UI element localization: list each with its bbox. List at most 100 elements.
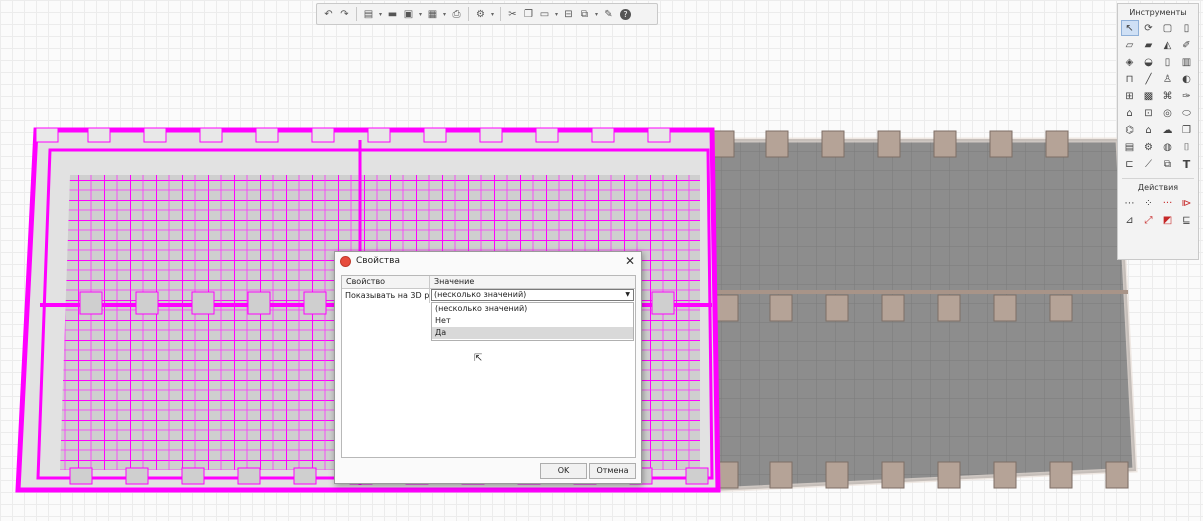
selected-parapet-block — [199, 127, 223, 143]
window-icon[interactable]: ▥ — [1178, 54, 1196, 70]
level-icon[interactable]: ⊏ — [1121, 156, 1139, 172]
slab-icon[interactable]: ▱ — [1121, 37, 1139, 53]
label-icon[interactable]: ▤ — [1121, 139, 1139, 155]
parapet-block — [765, 130, 789, 158]
property-name: Показывать на 3D разрезе — [342, 289, 430, 303]
export-icon[interactable]: ▦ — [425, 6, 440, 22]
selected-parapet-block — [293, 467, 317, 485]
selected-parapet-block — [87, 127, 111, 143]
undo-icon[interactable]: ↶ — [321, 6, 336, 22]
shape-icon[interactable]: ⬭ — [1178, 105, 1196, 121]
spread-icon[interactable]: ··· — [1159, 195, 1177, 211]
unselected-roof[interactable] — [711, 130, 1138, 493]
selected-parapet-block — [125, 467, 149, 485]
floor-icon[interactable]: ▰ — [1140, 37, 1158, 53]
parapet-block — [877, 130, 901, 158]
parapet-block — [1105, 461, 1129, 489]
settings-icon[interactable]: ⚙ — [473, 6, 488, 22]
selected-parapet-block — [237, 467, 261, 485]
tools-panel: Инструменты ↖ ⟳ ▢ ▯ ▱ ▰ ◭ ✐ ◈ ◒ ▯ ▥ ⊓ ╱ … — [1117, 3, 1199, 260]
value-select-text: (несколько значений) — [434, 290, 527, 299]
value-select[interactable]: (несколько значений) ▼ — [431, 289, 634, 301]
align-icon[interactable]: ⊟ — [561, 6, 576, 22]
brush-icon[interactable]: ✑ — [1178, 88, 1196, 104]
fixture-icon[interactable]: ♙ — [1159, 71, 1177, 87]
wrench-icon[interactable]: ✎ — [601, 6, 616, 22]
rotate-points-icon[interactable]: ⁘ — [1140, 195, 1158, 211]
chevron-down-icon[interactable]: ▾ — [553, 6, 560, 22]
parapet-block — [993, 294, 1017, 322]
parapet-block — [1049, 461, 1073, 489]
cloud-icon[interactable]: ☁ — [1159, 122, 1177, 138]
chevron-down-icon[interactable]: ▾ — [593, 6, 600, 22]
folder-icon[interactable]: ▬ — [385, 6, 400, 22]
cancel-button[interactable]: Отмена — [589, 463, 636, 479]
dialog-titlebar[interactable]: Свойства ✕ — [335, 252, 641, 270]
mirror-icon[interactable]: ⧐ — [1178, 195, 1196, 211]
copy-icon[interactable]: ❐ — [521, 6, 536, 22]
chevron-down-icon[interactable]: ▾ — [441, 6, 448, 22]
print-icon[interactable]: ⎙ — [449, 6, 464, 22]
mesh-icon[interactable]: ◎ — [1159, 105, 1177, 121]
dimension-icon[interactable]: ⌬ — [1121, 122, 1139, 138]
door2-icon[interactable]: ⌷ — [1178, 139, 1196, 155]
pointer-icon[interactable]: ↖ — [1120, 20, 1139, 36]
value-dropdown-list: (несколько значений) Нет Да — [431, 302, 634, 341]
railing-icon[interactable]: ◒ — [1140, 54, 1158, 70]
properties-table: Свойство Значение Показывать на 3D разре… — [341, 275, 636, 458]
window-icon[interactable]: ⧉ — [577, 6, 592, 22]
shell-icon[interactable]: ⌘ — [1159, 88, 1177, 104]
selected-parapet-block — [423, 127, 447, 143]
save-icon[interactable]: ▣ — [401, 6, 416, 22]
rotate-icon[interactable]: ⟳ — [1140, 20, 1158, 36]
main-toolbar: ↶ ↷ ▤ ▾ ▬ ▣ ▾ ▦ ▾ ⎙ ⚙ ▾ ✂ ❐ ▭ ▾ ⊟ ⧉ ▾ ✎ … — [316, 3, 658, 25]
redo-icon[interactable]: ↷ — [337, 6, 352, 22]
wall-icon[interactable]: ▢ — [1159, 20, 1177, 36]
stretch-icon[interactable]: ⤢ — [1140, 212, 1158, 228]
angle-icon[interactable]: ⊿ — [1121, 212, 1139, 228]
help-icon[interactable]: ? — [620, 8, 631, 20]
dots-move-icon[interactable]: ⋯ — [1121, 195, 1139, 211]
parapet-block — [769, 461, 793, 489]
door-icon[interactable]: ▯ — [1159, 54, 1177, 70]
ok-button[interactable]: OK — [540, 463, 587, 479]
stack-icon[interactable]: ⧉ — [1159, 156, 1177, 172]
dropdown-option[interactable]: (несколько значений) — [432, 303, 633, 315]
tag-icon[interactable]: ⊡ — [1140, 105, 1158, 121]
morph-icon[interactable]: ◍ — [1159, 139, 1177, 155]
zone-icon[interactable]: ⌂ — [1121, 105, 1139, 121]
chevron-down-icon[interactable]: ▾ — [489, 6, 496, 22]
parapet-block — [937, 294, 961, 322]
pencil-icon[interactable]: ✐ — [1178, 37, 1196, 53]
parapet-block — [825, 461, 849, 489]
line-icon[interactable]: ╱ — [1140, 71, 1158, 87]
house-icon[interactable]: ⌂ — [1140, 122, 1158, 138]
roof-icon[interactable]: ◭ — [1159, 37, 1177, 53]
selected-parapet-block — [35, 127, 59, 143]
layers-icon[interactable]: ▤ — [361, 6, 376, 22]
close-icon[interactable]: ✕ — [625, 254, 635, 268]
measure-icon[interactable]: ⟋ — [1140, 156, 1158, 172]
split-icon[interactable]: ◩ — [1159, 212, 1177, 228]
cut-icon[interactable]: ✂ — [505, 6, 520, 22]
gear-icon[interactable]: ⚙ — [1140, 139, 1158, 155]
copy-icon[interactable]: ❐ — [1178, 122, 1196, 138]
dropdown-option[interactable]: Да — [432, 327, 633, 339]
parapet-block — [1045, 130, 1069, 158]
offset-icon[interactable]: ⊑ — [1178, 212, 1196, 228]
object-icon[interactable]: ▩ — [1140, 88, 1158, 104]
beam-icon[interactable]: ⊓ — [1121, 71, 1139, 87]
selected-parapet-block — [69, 467, 93, 485]
chevron-down-icon[interactable]: ▾ — [377, 6, 384, 22]
paste-icon[interactable]: ▭ — [537, 6, 552, 22]
chevron-down-icon[interactable]: ▾ — [417, 6, 424, 22]
header-value: Значение — [434, 277, 475, 286]
mouse-cursor-icon: ⇱ — [474, 353, 483, 364]
column-icon[interactable]: ▯ — [1178, 20, 1196, 36]
text-icon[interactable]: T — [1178, 156, 1196, 172]
grid-icon[interactable]: ⊞ — [1121, 88, 1139, 104]
stair-icon[interactable]: ◈ — [1121, 54, 1139, 70]
chevron-down-icon[interactable]: ▼ — [625, 290, 630, 300]
dropdown-option[interactable]: Нет — [432, 315, 633, 327]
section-icon[interactable]: ◐ — [1178, 71, 1196, 87]
